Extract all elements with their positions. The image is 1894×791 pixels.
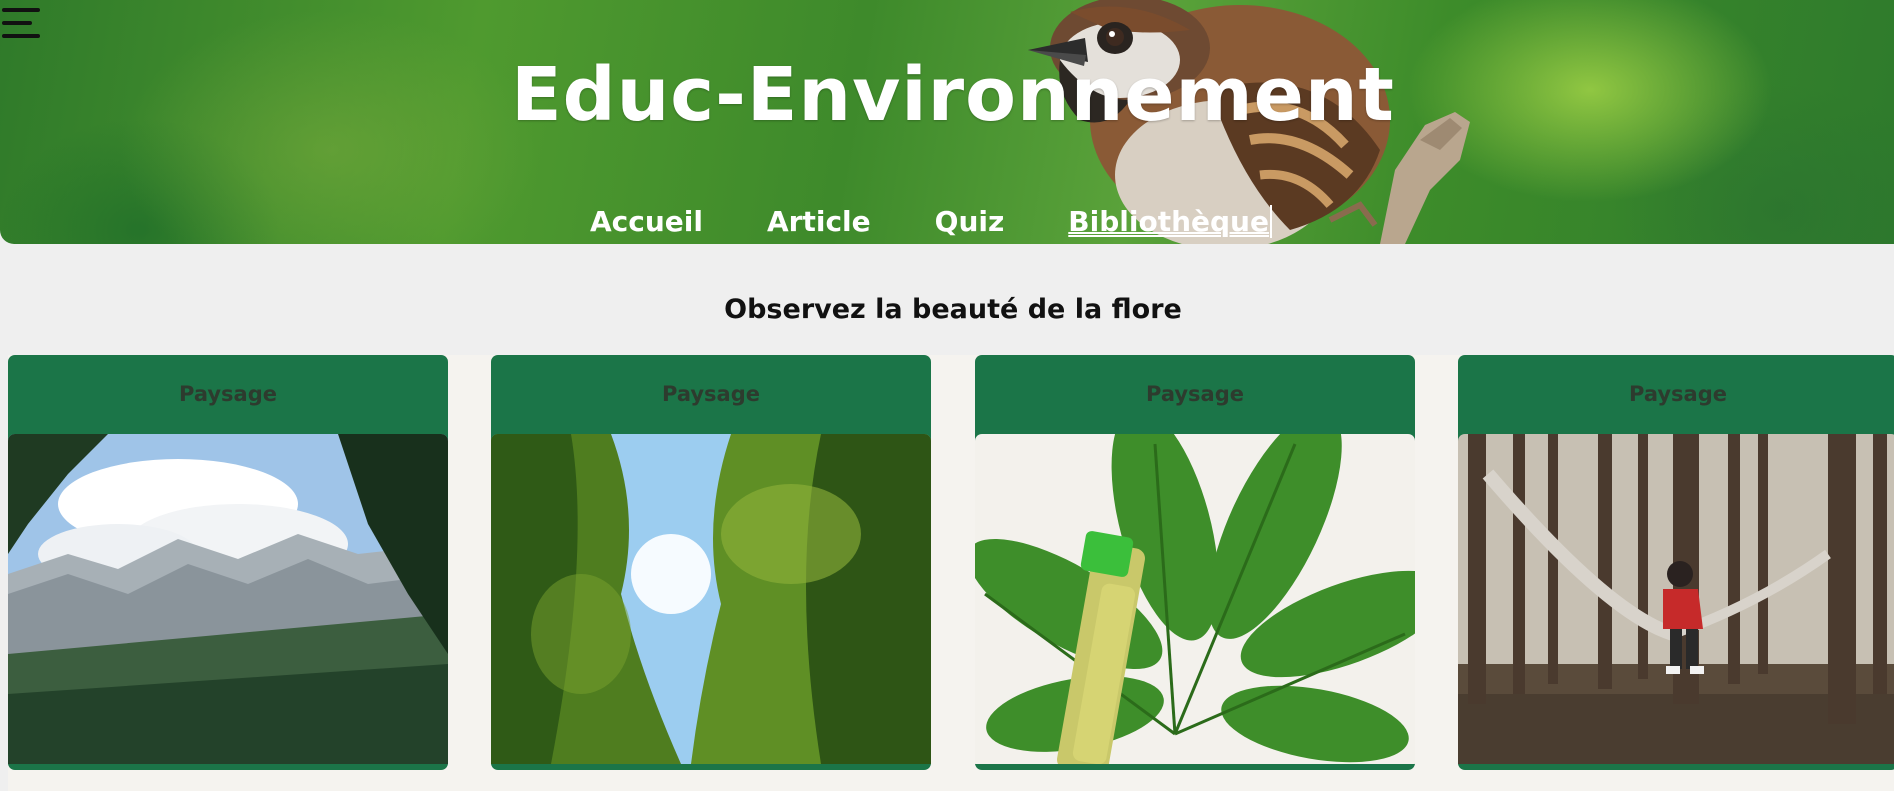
card-forest[interactable]: Paysage — [491, 355, 931, 770]
card-title: Paysage — [179, 382, 277, 406]
nav-article[interactable]: Article — [767, 205, 871, 238]
nav-quiz[interactable]: Quiz — [935, 205, 1005, 238]
card-leaf[interactable]: Paysage — [975, 355, 1415, 770]
card-hammock[interactable]: Paysage — [1458, 355, 1894, 770]
card-title: Paysage — [1146, 382, 1244, 406]
card-title: Paysage — [662, 382, 760, 406]
card-image-hammock — [1458, 434, 1894, 764]
section-title: Observez la beauté de la flore — [724, 294, 1182, 325]
card-title: Paysage — [1629, 382, 1727, 406]
card-image-mountain — [8, 434, 448, 764]
main-navigation: Accueil Article Quiz Bibliothèque — [590, 205, 1336, 238]
card-gallery: Paysage Paysage Paysage Paysage — [8, 355, 1894, 791]
nav-bibliotheque[interactable]: Bibliothèque — [1068, 205, 1272, 238]
site-title: Educ-Environnement — [511, 52, 1395, 138]
card-image-forest — [491, 434, 931, 764]
header-banner: Educ-Environnement Accueil Article Quiz … — [0, 0, 1894, 244]
card-image-leaf — [975, 434, 1415, 764]
card-mountain[interactable]: Paysage — [8, 355, 448, 770]
nav-accueil[interactable]: Accueil — [590, 205, 703, 238]
hamburger-menu-icon[interactable] — [0, 6, 42, 42]
